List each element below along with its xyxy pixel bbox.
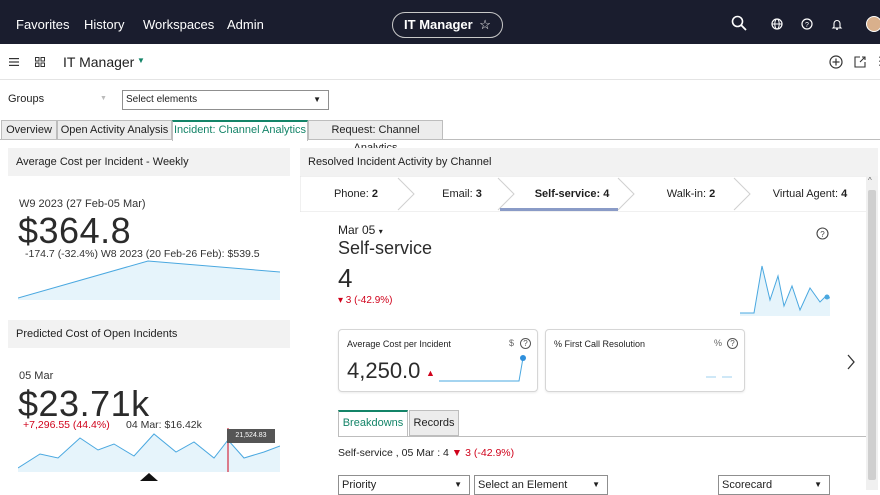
detail-help-icon[interactable]: ? <box>816 227 829 240</box>
predicted-period: 05 Mar <box>19 370 54 382</box>
groups-caret-icon: ▼ <box>100 95 107 102</box>
fcr-unit: % <box>714 338 723 348</box>
search-icon[interactable] <box>731 15 747 31</box>
chevron-down-icon: ▼ <box>814 480 822 489</box>
detail-date-selector[interactable]: Mar 05 ▾ <box>338 223 383 237</box>
app-name-label: IT Manager <box>404 17 473 32</box>
help-icon[interactable]: ? <box>801 18 813 30</box>
avg-cost-card[interactable]: Average Cost per Incident $ ? 4,250.0 ▲ <box>338 329 538 392</box>
more-options-icon[interactable]: ⋮ <box>874 54 880 68</box>
avg-cost-sparkline <box>439 355 526 382</box>
detail-count: 4 <box>338 263 353 293</box>
select-element-dropdown[interactable]: Select an Element ▼ <box>474 475 608 495</box>
avg-cost-title: Average Cost per Incident <box>347 339 451 349</box>
priority-dropdown-label: Priority <box>342 479 377 491</box>
predicted-cost-widget-title: Predicted Cost of Open Incidents <box>8 320 290 348</box>
nav-favorites[interactable]: Favorites <box>16 17 69 32</box>
fcr-title: % First Call Resolution <box>554 339 646 349</box>
fcr-help-icon[interactable]: ? <box>727 338 738 349</box>
tab-overview[interactable]: Overview <box>1 120 57 140</box>
channel-walk-in-label: Walk-in: <box>666 188 707 200</box>
self-service-sparkline <box>740 265 830 316</box>
weekly-period: W9 2023 (27 Feb-05 Mar) <box>19 198 146 210</box>
select-element-dropdown-label: Select an Element <box>478 479 568 491</box>
dashboard-header: IT Manager ▼ ⋮ <box>0 44 880 80</box>
dashboard-tabs: Overview Open Activity Analysis Incident… <box>0 120 880 154</box>
dashboard-dropdown-caret-icon[interactable]: ▼ <box>137 56 145 65</box>
breakdown-summary: Self-service , 05 Mar : 4 ▼ 3 (-42.9%) <box>338 447 514 459</box>
channel-virtual-agent[interactable]: Virtual Agent: 4 <box>750 178 870 210</box>
channel-email[interactable]: Email: 3 <box>412 178 512 210</box>
channel-email-label: Email: <box>442 188 473 200</box>
tab-request-channel-analytics[interactable]: Request: Channel Analytics <box>308 120 443 154</box>
filter-row: Groups ▼ Select elements ▼ <box>0 81 880 119</box>
app-name-pill[interactable]: IT Manager ☆ <box>392 12 503 38</box>
nav-workspaces[interactable]: Workspaces <box>143 17 214 32</box>
nav-history[interactable]: History <box>84 17 124 32</box>
channel-self-service-label: Self-service: <box>534 188 601 200</box>
top-navigation-bar: Favorites History Workspaces Admin IT Ma… <box>0 0 880 44</box>
menu-icon[interactable] <box>9 58 19 66</box>
avg-cost-unit: $ <box>509 338 515 348</box>
select-elements-placeholder: Select elements <box>126 94 198 105</box>
tab-open-activity-analysis[interactable]: Open Activity Analysis <box>57 120 172 140</box>
user-avatar[interactable] <box>866 16 880 32</box>
weekly-trend-chart <box>18 260 280 300</box>
detail-channel-title: Self-service <box>338 238 433 258</box>
groups-label: Groups <box>8 93 45 105</box>
chevron-right-icon[interactable] <box>846 354 856 370</box>
notifications-bell-icon[interactable] <box>831 18 843 30</box>
tab-records[interactable]: Records <box>409 410 459 436</box>
tab-incident-channel-analytics[interactable]: Incident: Channel Analytics <box>172 120 308 141</box>
channel-virtual-agent-count: 4 <box>841 188 848 200</box>
channel-email-count: 3 <box>475 188 482 200</box>
avg-cost-trend-up-icon: ▲ <box>426 368 435 378</box>
priority-dropdown[interactable]: Priority ▼ <box>338 475 470 495</box>
first-call-resolution-card[interactable]: % First Call Resolution % ? <box>545 329 745 392</box>
add-icon[interactable] <box>829 55 843 69</box>
vertical-scrollbar[interactable]: ^ <box>866 176 878 490</box>
detail-date: Mar 05 <box>338 223 376 237</box>
svg-text:?: ? <box>820 230 825 239</box>
chevron-down-icon: ▼ <box>313 95 321 104</box>
tab-breakdowns[interactable]: Breakdowns <box>338 410 408 436</box>
nav-admin[interactable]: Admin <box>227 17 264 32</box>
scrollbar-thumb[interactable] <box>868 190 876 480</box>
channel-phone-label: Phone: <box>333 188 369 200</box>
resolved-activity-widget-title: Resolved Incident Activity by Channel <box>300 148 878 176</box>
channel-self-service[interactable]: Self-service: 4 <box>512 178 632 210</box>
weekly-cost-value: $364.8 <box>18 210 132 251</box>
avg-cost-help-icon[interactable]: ? <box>520 338 531 349</box>
subtab-divider <box>338 436 866 437</box>
favorite-star-icon[interactable]: ☆ <box>479 17 491 32</box>
breakdown-summary-text: Self-service , 05 Mar : 4 <box>338 447 449 459</box>
tooltip-value: 21,524.83 <box>235 432 267 439</box>
share-icon[interactable] <box>854 56 866 68</box>
avg-cost-value: 4,250.0 <box>347 358 421 383</box>
fcr-sparkline <box>706 376 732 378</box>
channel-walk-in[interactable]: Walk-in: 2 <box>632 178 750 210</box>
weekly-cost-widget-title: Average Cost per Incident - Weekly <box>8 148 290 176</box>
dashboard-title: IT Manager <box>63 54 135 70</box>
date-caret-icon: ▾ <box>378 227 383 236</box>
carousel-indicator-icon <box>140 473 158 481</box>
breakdown-summary-change: ▼ 3 (-42.9%) <box>451 447 515 459</box>
channel-self-service-count: 4 <box>603 188 610 200</box>
chevron-down-icon: ▼ <box>454 480 462 489</box>
select-elements-dropdown[interactable]: Select elements ▼ <box>122 90 329 110</box>
scorecard-dropdown-label: Scorecard <box>722 479 773 491</box>
svg-text:?: ? <box>805 22 809 29</box>
channel-walk-in-count: 2 <box>709 188 716 200</box>
channel-phone-count: 2 <box>371 188 379 200</box>
globe-icon[interactable] <box>771 18 783 30</box>
scorecard-dropdown[interactable]: Scorecard ▼ <box>718 475 830 495</box>
channel-phone[interactable]: Phone: 2 <box>300 178 412 210</box>
scroll-up-icon[interactable]: ^ <box>868 176 872 185</box>
chevron-down-icon: ▼ <box>592 480 600 489</box>
chart-tooltip: 21,524.83 <box>227 429 275 443</box>
detail-count-change: ▾ 3 (-42.9%) <box>338 295 393 306</box>
channel-virtual-agent-label: Virtual Agent: <box>772 188 839 200</box>
grid-icon[interactable] <box>35 57 45 67</box>
